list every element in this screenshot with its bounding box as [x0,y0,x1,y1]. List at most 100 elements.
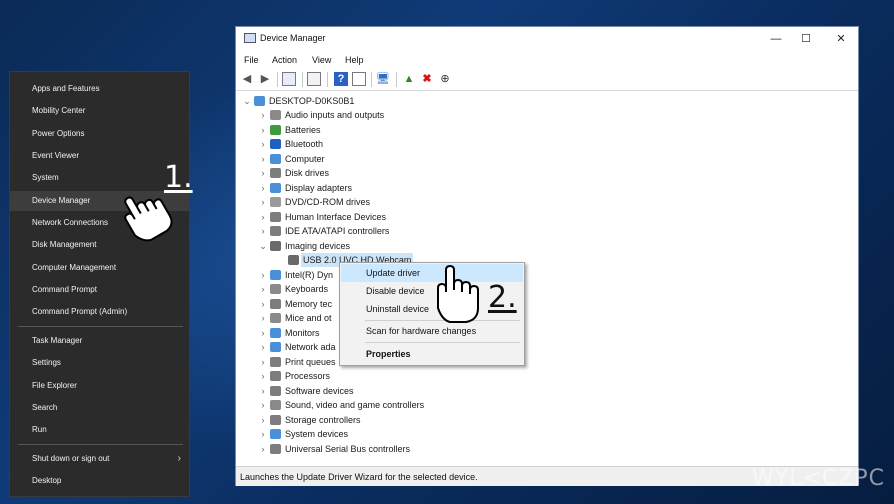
chevron-down-icon: ⌄ [243,96,251,106]
storage-icon [270,414,281,425]
tree-item-label: Monitors [285,327,320,338]
view-icon[interactable] [352,72,366,86]
tree-item-label: Network ada [285,342,336,352]
show-hide-console-tree-icon[interactable] [282,72,296,86]
menu-action[interactable]: Action [272,55,297,65]
chevron-right-icon[interactable]: › [258,108,268,122]
maximize-button[interactable]: ☐ [791,30,821,48]
chevron-right-icon[interactable]: › [258,398,268,412]
bluetooth-icon [270,139,281,149]
tree-item-label: Batteries [285,124,321,135]
chevron-right-icon[interactable]: › [258,282,268,296]
display-icon [270,182,281,193]
winx-item-settings[interactable]: Settings [10,353,189,373]
tree-item-label: Universal Serial Bus controllers [285,443,411,454]
system-icon [270,429,281,439]
context-divider [365,342,520,343]
battery-icon [270,124,281,135]
tree-item-label: Mice and ot [285,313,332,323]
help-icon[interactable]: ? [334,72,348,86]
chevron-right-icon[interactable]: › [258,268,268,282]
scan-hardware-icon[interactable]: 🖥 [376,72,390,86]
ide-icon [270,226,281,236]
tree-item-label: Sound, video and game controllers [285,400,425,410]
menu-help[interactable]: Help [345,55,364,65]
winx-item-command-prompt[interactable]: Command Prompt [10,280,189,300]
menu-view[interactable]: View [312,55,331,65]
disable-device-icon[interactable]: ⊕ [438,72,452,86]
disk-icon [270,168,281,178]
chevron-right-icon[interactable]: › [258,369,268,383]
speaker-icon [270,110,281,120]
winx-item-search[interactable]: Search [10,398,189,418]
memory-icon [270,298,281,309]
dvd-icon [270,197,281,207]
chevron-right-icon[interactable]: › [258,326,268,340]
usb-icon [270,443,281,454]
device-manager-icon [244,33,256,43]
chevron-right-icon[interactable]: › [258,340,268,354]
tree-item-label: Processors [285,371,331,381]
chevron-right-icon[interactable]: › [258,166,268,180]
toolbar-divider [277,72,278,87]
chevron-right-icon[interactable]: › [258,210,268,224]
winx-item-computer-management[interactable]: Computer Management [10,258,189,278]
camera-icon [270,240,281,251]
processor-icon [270,371,281,381]
menu-file[interactable]: File [244,55,259,65]
software-icon [270,385,281,396]
winx-item-run[interactable]: Run [10,420,189,440]
update-driver-icon[interactable]: ▲ [402,72,416,86]
watermark-logo: WYL<CZPC [752,466,885,491]
close-button[interactable]: ✕ [826,30,856,48]
toolbar: ◀ ▶ ? 🖥 ▲ ✖ ⊕ [236,69,858,91]
chevron-right-icon[interactable]: › [258,137,268,151]
window-title: Device Manager [260,33,326,43]
toolbar-divider [302,72,303,87]
winx-item-system[interactable]: System [10,168,189,188]
chevron-right-icon[interactable]: › [258,384,268,398]
tree-item-label: Computer [285,153,325,164]
toolbar-divider [396,72,397,87]
computer-icon [270,153,281,164]
chevron-right-icon: › [177,453,181,464]
winx-item-shutdown-label: Shut down or sign out [32,454,110,463]
winx-divider [18,326,183,327]
properties-icon[interactable] [307,72,321,86]
tree-item-label: Intel(R) Dyn [285,269,334,280]
uninstall-icon[interactable]: ✖ [420,72,434,86]
hand-pointer-icon [124,196,173,242]
chevron-right-icon[interactable]: › [258,297,268,311]
winx-item-task-manager[interactable]: Task Manager [10,331,189,351]
minimize-button[interactable]: — [761,30,791,48]
computer-icon [254,96,265,106]
back-icon[interactable]: ◀ [240,72,254,86]
monitor-icon [270,327,281,338]
winx-item-event-viewer[interactable]: Event Viewer [10,146,189,166]
chevron-right-icon[interactable]: › [258,195,268,209]
winx-item-command-prompt-admin[interactable]: Command Prompt (Admin) [10,302,189,322]
chevron-right-icon[interactable]: › [258,427,268,441]
context-properties[interactable]: Properties [341,345,523,363]
winx-item-power-options[interactable]: Power Options [10,124,189,144]
chevron-right-icon[interactable]: › [258,413,268,427]
winx-item-desktop[interactable]: Desktop [10,471,189,491]
chevron-right-icon[interactable]: › [258,442,268,456]
tree-item-label: Software devices [285,385,354,396]
forward-icon[interactable]: ▶ [258,72,272,86]
chevron-right-icon[interactable]: › [258,311,268,325]
toolbar-divider [371,72,372,87]
tree-item-label: Display adapters [285,182,353,193]
chevron-right-icon[interactable]: › [258,123,268,137]
winx-item-apps-features[interactable]: Apps and Features [10,79,189,99]
winx-item-mobility-center[interactable]: Mobility Center [10,101,189,121]
tree-item-label: DVD/CD-ROM drives [285,197,371,207]
toolbar-divider [327,72,328,87]
chevron-right-icon[interactable]: › [258,355,268,369]
chevron-right-icon[interactable]: › [258,181,268,195]
winx-item-file-explorer[interactable]: File Explorer [10,376,189,396]
winx-item-shutdown[interactable]: Shut down or sign out › [10,449,189,469]
chevron-down-icon[interactable]: ⌄ [258,239,268,253]
chevron-right-icon[interactable]: › [258,224,268,238]
chevron-right-icon[interactable]: › [258,152,268,166]
